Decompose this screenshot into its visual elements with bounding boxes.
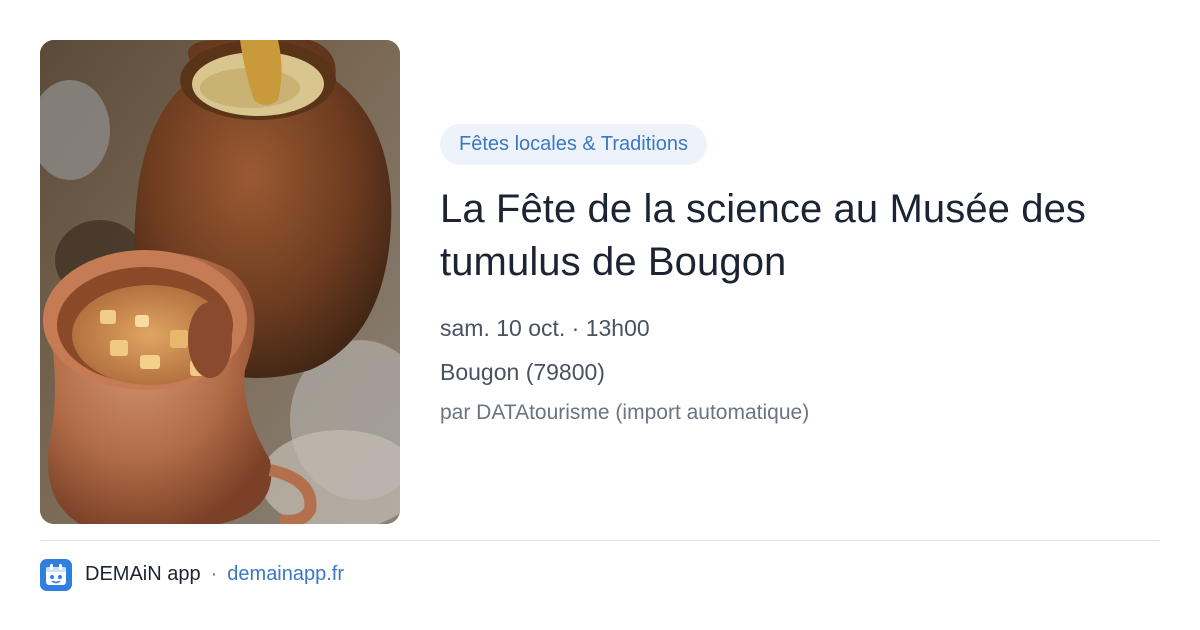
footer: DEMAiN app · demainapp.fr bbox=[40, 558, 344, 591]
event-info: Fêtes locales & Traditions La Fête de la… bbox=[440, 124, 1170, 427]
event-card[interactable]: Fêtes locales & Traditions La Fête de la… bbox=[0, 0, 1200, 630]
app-website-link[interactable]: demainapp.fr bbox=[227, 563, 344, 586]
event-location: Bougon (79800) bbox=[440, 359, 605, 385]
clay-pots-photo bbox=[40, 40, 400, 524]
category-badge[interactable]: Fêtes locales & Traditions bbox=[440, 124, 707, 165]
footer-divider bbox=[40, 540, 1160, 541]
event-datetime: sam. 10 oct. · 13h00 bbox=[440, 315, 650, 341]
event-source: par DATAtourisme (import automatique) bbox=[440, 401, 810, 424]
app-name: DEMAiN app bbox=[85, 563, 201, 585]
event-photo bbox=[40, 40, 400, 524]
footer-separator: · bbox=[210, 563, 218, 585]
demain-app-logo-icon[interactable] bbox=[40, 558, 72, 591]
event-title[interactable]: La Fête de la science au Musée des tumul… bbox=[440, 183, 1170, 289]
